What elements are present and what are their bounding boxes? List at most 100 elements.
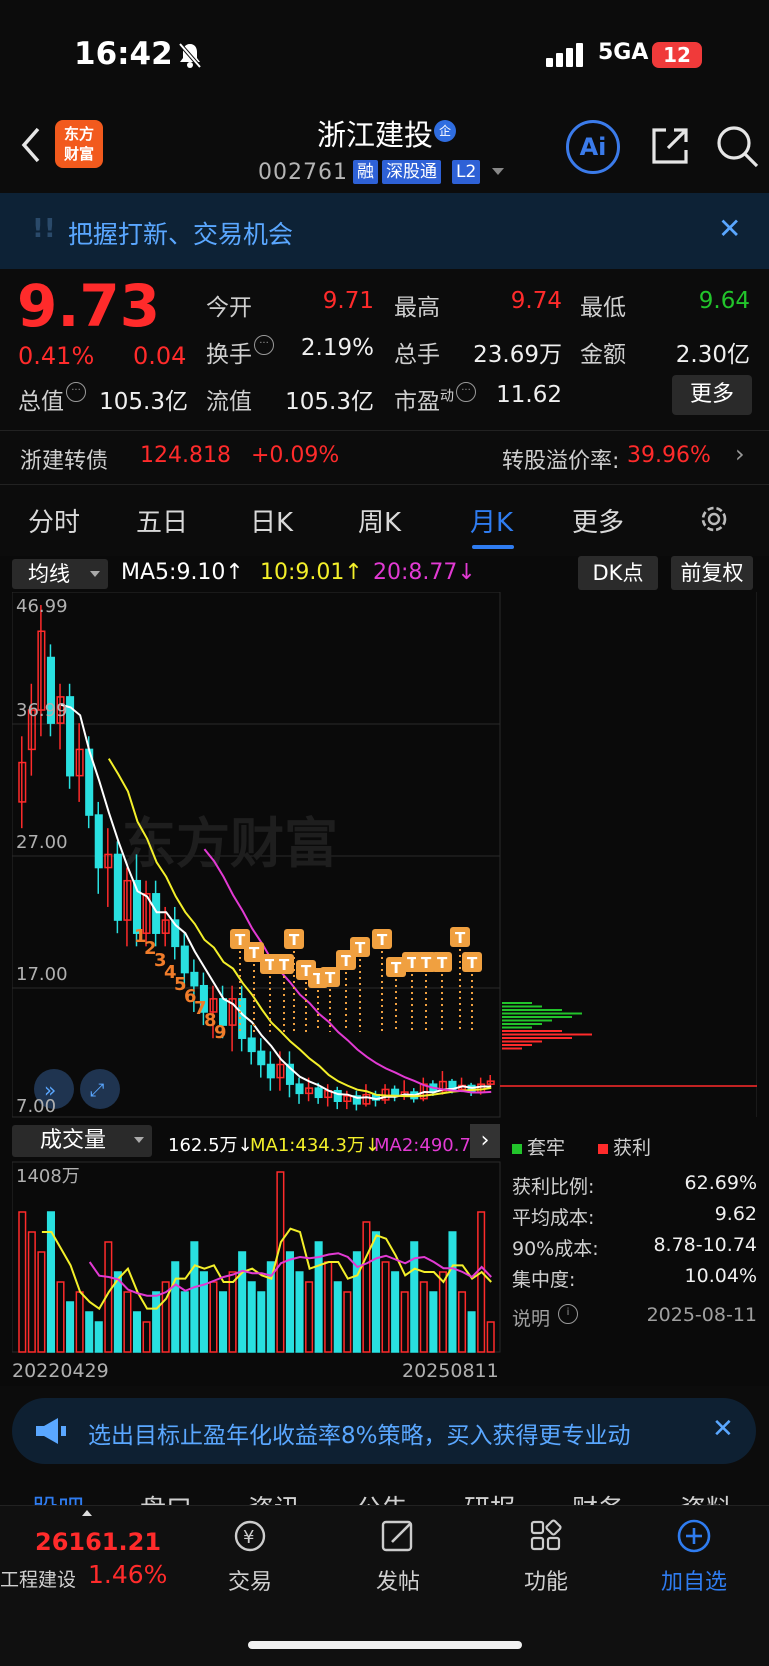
level2-tag: L2: [452, 160, 481, 184]
add-watch-icon: [677, 1519, 711, 1553]
info-icon[interactable]: ···: [66, 382, 86, 402]
svg-text:T: T: [325, 969, 336, 987]
indicator-select[interactable]: 均线: [12, 559, 108, 589]
function-label: 功能: [523, 1570, 568, 1595]
banner-text[interactable]: 把握打新、交易机会: [68, 215, 293, 251]
y-axis-label: 36.99: [16, 700, 68, 721]
svg-text:¥: ¥: [243, 1527, 254, 1548]
add-watch-label: 加自选: [660, 1570, 727, 1595]
info-icon[interactable]: ···: [254, 335, 274, 355]
trade-label: 交易: [227, 1570, 272, 1595]
tab-more[interactable]: 更多: [572, 502, 624, 539]
adjust-button[interactable]: 前复权: [671, 556, 753, 590]
chip-value: 8.78-10.74: [653, 1234, 757, 1256]
volume-max-label: 1408万: [16, 1166, 80, 1187]
total-cap-label: 总值 ···: [18, 382, 86, 416]
chip-note[interactable]: 说明 i: [512, 1304, 579, 1331]
info-icon[interactable]: i: [558, 1304, 579, 1324]
battery-indicator: 12: [652, 42, 702, 68]
chevron-right-icon[interactable]: ›: [470, 1124, 500, 1158]
dk-point-button[interactable]: DK点: [578, 556, 658, 590]
svg-text:T: T: [249, 944, 260, 962]
low-value: 9.64: [698, 288, 750, 314]
chevron-down-icon[interactable]: [492, 168, 504, 175]
svg-text:T: T: [355, 939, 366, 957]
ma20-readout: 20:8.77↓: [373, 560, 476, 585]
speaker-icon: [36, 1418, 66, 1444]
index-name[interactable]: 工程建设: [0, 1565, 76, 1592]
open-label: 今开: [206, 295, 252, 321]
trade-markers: TTT TTT T TTT TT T T TTT123456789: [134, 926, 482, 1043]
network-type: 5GA: [598, 40, 649, 65]
status-time: 16:42: [74, 36, 173, 72]
volume-current: 162.5万↓: [168, 1135, 253, 1156]
svg-text:T: T: [391, 959, 402, 977]
divider: [0, 484, 769, 485]
change-amount: 0.04: [133, 342, 187, 370]
tab-five-day[interactable]: 五日: [136, 502, 188, 539]
chevron-right-icon[interactable]: ›: [735, 440, 745, 468]
chip-date: 2025-08-11: [646, 1304, 757, 1326]
tab-monthly-k[interactable]: 月K: [470, 502, 513, 539]
total-cap-value: 105.3亿: [99, 389, 188, 415]
turnover-label: 换手 ···: [206, 335, 274, 369]
high-label: 最高: [394, 295, 440, 321]
function-icon: [530, 1519, 562, 1551]
last-price: 9.73: [17, 272, 161, 340]
chip-label: 平均成本:: [512, 1207, 595, 1229]
info-icon[interactable]: ···: [456, 382, 476, 402]
premium-value: 39.96%: [627, 443, 711, 468]
turnover-value: 2.19%: [300, 335, 374, 361]
chip-label: 获利比例:: [512, 1176, 595, 1198]
index-percent[interactable]: 1.46%: [88, 1560, 167, 1589]
volume-label: 总手: [394, 342, 440, 368]
y-axis-label: 17.00: [16, 964, 68, 985]
convertible-price: 124.818: [140, 443, 231, 468]
volume-indicator-select[interactable]: 成交量: [12, 1125, 152, 1157]
connect-tag: 深股通: [382, 160, 441, 184]
change-percent: 0.41%: [18, 342, 95, 370]
amount-label: 金额: [580, 342, 626, 368]
silent-bell-icon: [178, 42, 202, 69]
watermark: 东方财富: [122, 812, 338, 875]
more-button[interactable]: 更多: [672, 375, 752, 415]
kline-chart[interactable]: 东方财富 TTT TTT T TTT TT T T TTT123456789 » ⤢: [12, 592, 757, 1382]
close-icon[interactable]: ✕: [718, 212, 741, 245]
post-button[interactable]: 发帖: [348, 1518, 448, 1596]
svg-text:T: T: [437, 954, 448, 972]
index-value[interactable]: 26161.21: [35, 1528, 161, 1556]
stock-code: 002761: [258, 160, 348, 185]
float-cap-label: 流值: [206, 389, 252, 415]
home-indicator[interactable]: [248, 1641, 522, 1649]
tab-weekly-k[interactable]: 周K: [358, 502, 401, 539]
post-icon: [381, 1520, 413, 1552]
amount-value: 2.30亿: [675, 342, 750, 368]
y-axis-label: 27.00: [16, 832, 68, 853]
open-value: 9.71: [322, 288, 374, 314]
ma10-readout: 10:9.01↑: [260, 560, 363, 585]
promo-text[interactable]: 选出目标止盈年化收益率8%策略，买入获得更专业动: [88, 1416, 700, 1450]
close-icon[interactable]: ✕: [712, 1414, 734, 1444]
legend-profit: 获利: [598, 1133, 651, 1160]
volume-value: 23.69万: [473, 342, 562, 368]
active-tab-indicator: [472, 545, 514, 549]
convertible-label[interactable]: 浙建转债: [20, 443, 108, 475]
chip-value: 10.04%: [684, 1265, 757, 1287]
sub-tabs: 股吧 盘口 资讯 公告 研报 财务 资料: [0, 1475, 769, 1509]
share-icon[interactable]: [648, 124, 692, 168]
date-end: 20250811: [402, 1360, 499, 1382]
ai-button[interactable]: Ai: [566, 120, 620, 174]
back-icon[interactable]: [18, 125, 44, 165]
y-axis-label: 7.00: [16, 1096, 57, 1117]
search-icon[interactable]: [715, 124, 759, 168]
tab-intraday[interactable]: 分时: [28, 502, 80, 539]
svg-text:9: 9: [214, 1022, 227, 1043]
add-watch-button[interactable]: 加自选: [644, 1518, 744, 1596]
volume-ma1: MA1:434.3万↓: [250, 1135, 380, 1156]
settings-gear-icon[interactable]: [698, 503, 730, 535]
function-button[interactable]: 功能: [496, 1518, 596, 1596]
trade-button[interactable]: ¥ 交易: [200, 1518, 300, 1596]
convertible-change: +0.09%: [251, 443, 340, 468]
tab-daily-k[interactable]: 日K: [250, 502, 293, 539]
chip-label: 集中度:: [512, 1269, 576, 1291]
